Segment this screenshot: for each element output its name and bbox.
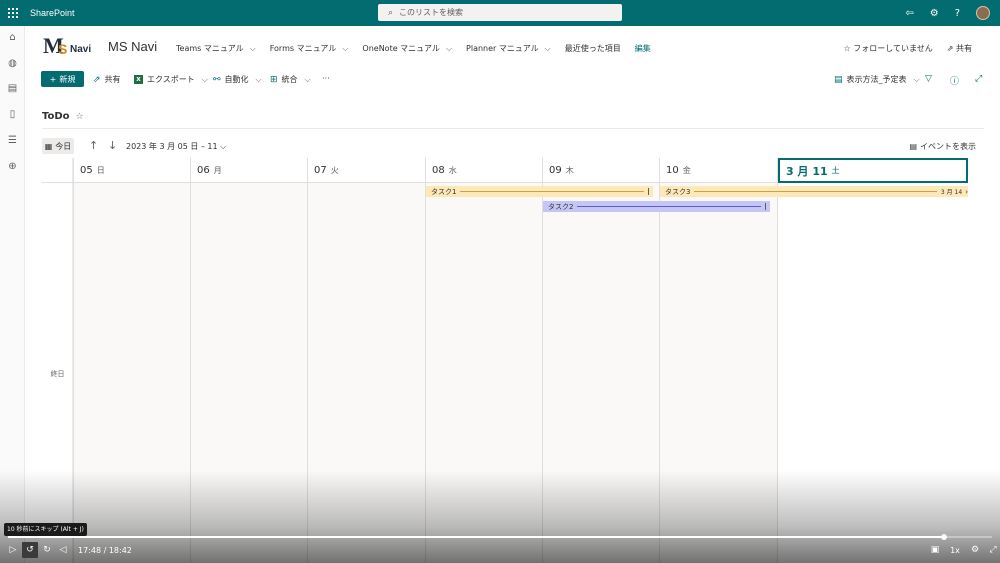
progress-fill: [8, 536, 944, 538]
view-switcher[interactable]: ▤ 表示方法_予定表 ⌵: [834, 74, 920, 85]
chevron-down-icon: ⌵: [220, 142, 227, 151]
lists-icon[interactable]: ☰: [7, 135, 18, 146]
info-icon[interactable]: ⓘ: [950, 74, 959, 87]
home-icon[interactable]: ⌂: [7, 32, 18, 43]
event-task1[interactable]: タスク1: [426, 186, 653, 197]
nav-item-teams[interactable]: Teams マニュアル ⌵: [176, 43, 256, 54]
create-icon[interactable]: ⊕: [7, 161, 18, 172]
search-placeholder: このリストを検索: [399, 8, 464, 17]
file-icon[interactable]: ▯: [7, 109, 18, 120]
settings-icon[interactable]: ⚙: [968, 543, 982, 557]
show-events-button[interactable]: ▤ イベントを表示: [909, 141, 976, 152]
site-logo[interactable]: M S Navi: [43, 33, 93, 59]
chevron-down-icon: ⌵: [342, 44, 349, 53]
video-overlay: [0, 470, 1000, 563]
avatar[interactable]: [976, 6, 990, 20]
event-task3[interactable]: タスク3 3 月 14 ›: [660, 186, 968, 197]
chevron-down-icon: ⌵: [913, 74, 920, 84]
integrate-button[interactable]: ⊞ 統合 ⌵: [270, 74, 311, 85]
search-box[interactable]: ⌕ このリストを検索: [378, 4, 622, 21]
chevron-down-icon: ⌵: [201, 74, 208, 84]
previous-week-icon[interactable]: ↑: [89, 139, 98, 152]
progress-knob[interactable]: [940, 534, 947, 540]
skip-back-icon[interactable]: ↺: [22, 542, 38, 558]
more-button[interactable]: ···: [322, 74, 330, 83]
day-header: 07 火: [308, 158, 425, 183]
nav-item-recent[interactable]: 最近使った項目: [565, 43, 621, 54]
video-controls-right: ▣ 1x ⚙ ⤢: [928, 543, 1000, 557]
site-share-button[interactable]: ⇗ 共有: [947, 43, 972, 54]
suite-bar: SharePoint ⌕ このリストを検索 ⇦ ⚙ ?: [0, 0, 1000, 26]
site-header: M S Navi MS Navi Teams マニュアル ⌵ Forms マニュアル ⌵…: [25, 26, 1000, 66]
export-button[interactable]: x エクスポート ⌵: [134, 74, 208, 85]
calendar-icon: ▦: [44, 141, 53, 151]
app-launcher-icon[interactable]: [0, 0, 26, 26]
automate-icon: ⚯: [213, 74, 221, 85]
globe-icon[interactable]: ◍: [7, 58, 18, 69]
event-task2[interactable]: タスク2: [543, 201, 770, 212]
playback-speed[interactable]: 1x: [948, 543, 962, 557]
automate-button[interactable]: ⚯ 自動化 ⌵: [213, 74, 262, 85]
filter-icon[interactable]: ▽: [925, 74, 932, 84]
command-bar: + 新規 ⇗ 共有 x エクスポート ⌵ ⚯ 自動化 ⌵ ⊞ 統合 ⌵ ··· ▤ 表示方法_予…: [25, 66, 1000, 92]
excel-icon: x: [134, 75, 143, 84]
chevron-right-icon: ›: [965, 187, 968, 196]
video-progress-bar[interactable]: [8, 534, 992, 540]
nav-edit-link[interactable]: 編集: [635, 43, 651, 54]
top-navigation: Teams マニュアル ⌵ Forms マニュアル ⌵ OneNote マニュアル ⌵…: [176, 43, 651, 54]
chevron-down-icon: ⌵: [255, 74, 262, 84]
calendar-view-icon: ▤: [834, 74, 843, 85]
help-icon[interactable]: ?: [955, 8, 960, 19]
new-button[interactable]: + 新規: [41, 71, 84, 87]
volume-icon[interactable]: ◁: [56, 543, 70, 557]
video-time: 17:48 / 18:42: [78, 545, 132, 555]
expand-icon[interactable]: ⤢: [975, 74, 982, 84]
site-name[interactable]: MS Navi: [108, 39, 157, 54]
nav-item-planner[interactable]: Planner マニュアル ⌵: [466, 43, 551, 54]
news-icon[interactable]: ▤: [7, 83, 18, 94]
calendar-nav: ▦ 今日 ↑ ↓ 2023 年 3 月 05 日 – 11 ⌵ ▤ イベントを表…: [42, 138, 984, 154]
allday-label: 終日: [50, 370, 65, 378]
captions-icon[interactable]: ▣: [928, 543, 942, 557]
day-header: 08 水: [426, 158, 542, 183]
divider: [42, 128, 984, 129]
settings-icon[interactable]: ⚙: [930, 8, 939, 19]
list-title: ToDo ☆: [42, 111, 84, 122]
today-button[interactable]: ▦ 今日: [42, 138, 74, 154]
date-range-picker[interactable]: 2023 年 3 月 05 日 – 11 ⌵: [126, 141, 226, 152]
share-icon: ⇗: [93, 74, 101, 85]
follow-button[interactable]: ☆ フォローしていません: [844, 43, 933, 54]
nav-item-onenote[interactable]: OneNote マニュアル ⌵: [362, 43, 452, 54]
chevron-down-icon: ⌵: [304, 74, 311, 84]
feedback-icon[interactable]: ⇦: [905, 8, 913, 19]
day-header: 09 木: [543, 158, 659, 183]
nav-item-forms[interactable]: Forms マニュアル ⌵: [270, 43, 349, 54]
chevron-down-icon: ⌵: [544, 44, 551, 53]
skip-forward-icon[interactable]: ↻: [40, 543, 54, 557]
app-name[interactable]: SharePoint: [30, 8, 75, 18]
next-week-icon[interactable]: ↓: [108, 139, 117, 152]
day-header-today: 3 月 11 土: [778, 158, 968, 183]
day-header: 05 日: [74, 158, 190, 183]
fullscreen-icon[interactable]: ⤢: [986, 543, 1000, 557]
play-icon[interactable]: ▷: [6, 543, 20, 557]
search-icon: ⌕: [388, 7, 394, 18]
day-header: 06 月: [191, 158, 307, 183]
integrate-icon: ⊞: [270, 74, 278, 85]
plus-icon: +: [49, 74, 57, 84]
favorite-star-icon[interactable]: ☆: [76, 112, 84, 122]
video-controls-left: ▷ ↺ ↻ ◁ 17:48 / 18:42: [6, 542, 132, 558]
share-button[interactable]: ⇗ 共有: [93, 74, 121, 85]
calendar-icon: ▤: [909, 142, 917, 151]
chevron-down-icon: ⌵: [249, 44, 256, 53]
skip-back-tooltip: 10 秒前にスキップ (Alt + J): [4, 523, 87, 536]
day-header: 10 金: [660, 158, 777, 183]
chevron-down-icon: ⌵: [445, 44, 453, 53]
